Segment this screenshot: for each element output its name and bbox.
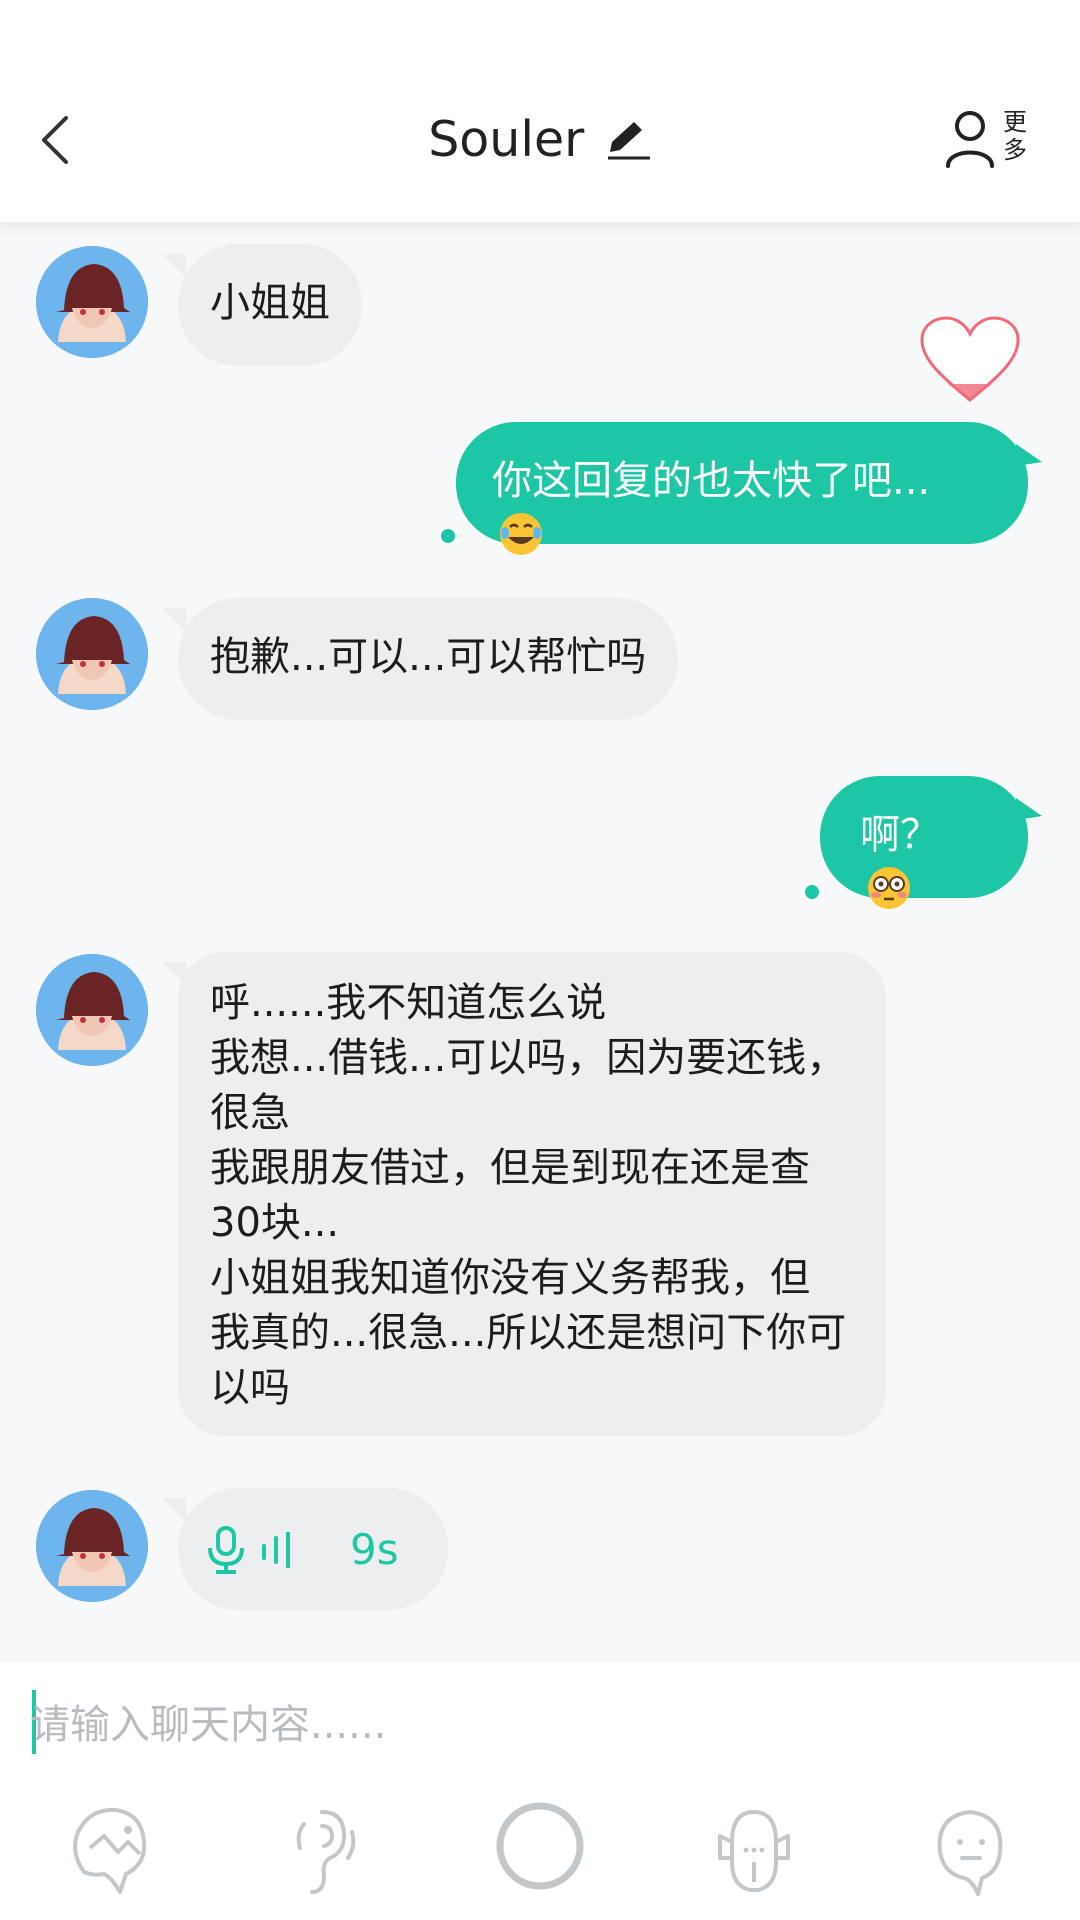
- avatar[interactable]: [36, 598, 148, 710]
- voice-duration: 9s: [350, 1525, 399, 1574]
- message-text: 你这回复的也太快了吧...: [492, 458, 931, 504]
- message-text: 小姐姐: [210, 280, 330, 326]
- mask-icon[interactable]: [712, 1802, 796, 1898]
- face-icon[interactable]: [68, 1802, 152, 1898]
- circle-button-icon[interactable]: [494, 1794, 586, 1898]
- chat-title: Souler: [428, 111, 585, 168]
- microphone-icon: [208, 1526, 244, 1574]
- message-bubble-outgoing[interactable]: 你这回复的也太快了吧...: [456, 422, 1042, 555]
- user-avatar-icon: [36, 598, 148, 710]
- message-line: 呼......我不知道怎么说: [210, 980, 607, 1026]
- message-bubble-incoming[interactable]: 小姐姐: [162, 244, 362, 366]
- laughing-tears-emoji-icon: [500, 513, 542, 555]
- sound-wave-icon: [262, 1532, 290, 1568]
- message-bubble-incoming-long[interactable]: 呼......我不知道怎么说 我想...借钱...可以吗，因为要还钱， 很急 我…: [162, 952, 886, 1436]
- read-indicator: [441, 529, 455, 543]
- user-avatar-icon: [36, 1490, 148, 1602]
- chat-title-wrap[interactable]: Souler: [0, 108, 1080, 172]
- more-profile-button[interactable]: 更 多: [944, 104, 1040, 174]
- chat-input-area: 请输入聊天内容......: [0, 1662, 1080, 1920]
- person-icon: [946, 111, 994, 168]
- read-indicator: [805, 885, 819, 899]
- message-input[interactable]: 请输入聊天内容......: [30, 1692, 1030, 1758]
- avatar-face-icon[interactable]: [928, 1802, 1012, 1898]
- gesture-icon[interactable]: [282, 1802, 366, 1898]
- message-line: 很急: [210, 1090, 290, 1136]
- message-text: 抱歉...可以...可以帮忙吗: [210, 634, 647, 680]
- chat-message-list[interactable]: 小姐姐 你这回复的也太快了吧... 抱歉...可以...可以帮忙吗 啊？ 呼..…: [0, 222, 1080, 1662]
- message-bubble-outgoing[interactable]: 啊？: [820, 776, 1042, 909]
- message-line: 我跟朋友借过，但是到现在还是查: [210, 1145, 810, 1191]
- avatar[interactable]: [36, 1490, 148, 1602]
- heart-icon[interactable]: [918, 314, 1022, 406]
- message-line: 以吗: [210, 1365, 290, 1411]
- message-line: 30块...: [210, 1200, 340, 1246]
- user-avatar-icon: [36, 954, 148, 1066]
- flushed-emoji-icon: [868, 867, 910, 909]
- message-bubble-incoming[interactable]: 抱歉...可以...可以帮忙吗: [161, 598, 679, 720]
- message-line: 我真的...很急...所以还是想问下你可: [210, 1310, 847, 1356]
- voice-message-bubble[interactable]: 9s: [162, 1488, 448, 1610]
- avatar[interactable]: [36, 954, 148, 1066]
- more-label: 更 多: [1003, 108, 1027, 164]
- edit-pencil-icon[interactable]: [604, 118, 652, 162]
- message-line: 小姐姐我知道你没有义务帮我，但: [210, 1255, 810, 1301]
- chat-header: Souler 更 多: [0, 0, 1080, 222]
- message-line: 我想...借钱...可以吗，因为要还钱，: [210, 1035, 847, 1081]
- avatar[interactable]: [36, 246, 148, 358]
- user-avatar-icon: [36, 246, 148, 358]
- message-text: 啊？: [860, 812, 940, 858]
